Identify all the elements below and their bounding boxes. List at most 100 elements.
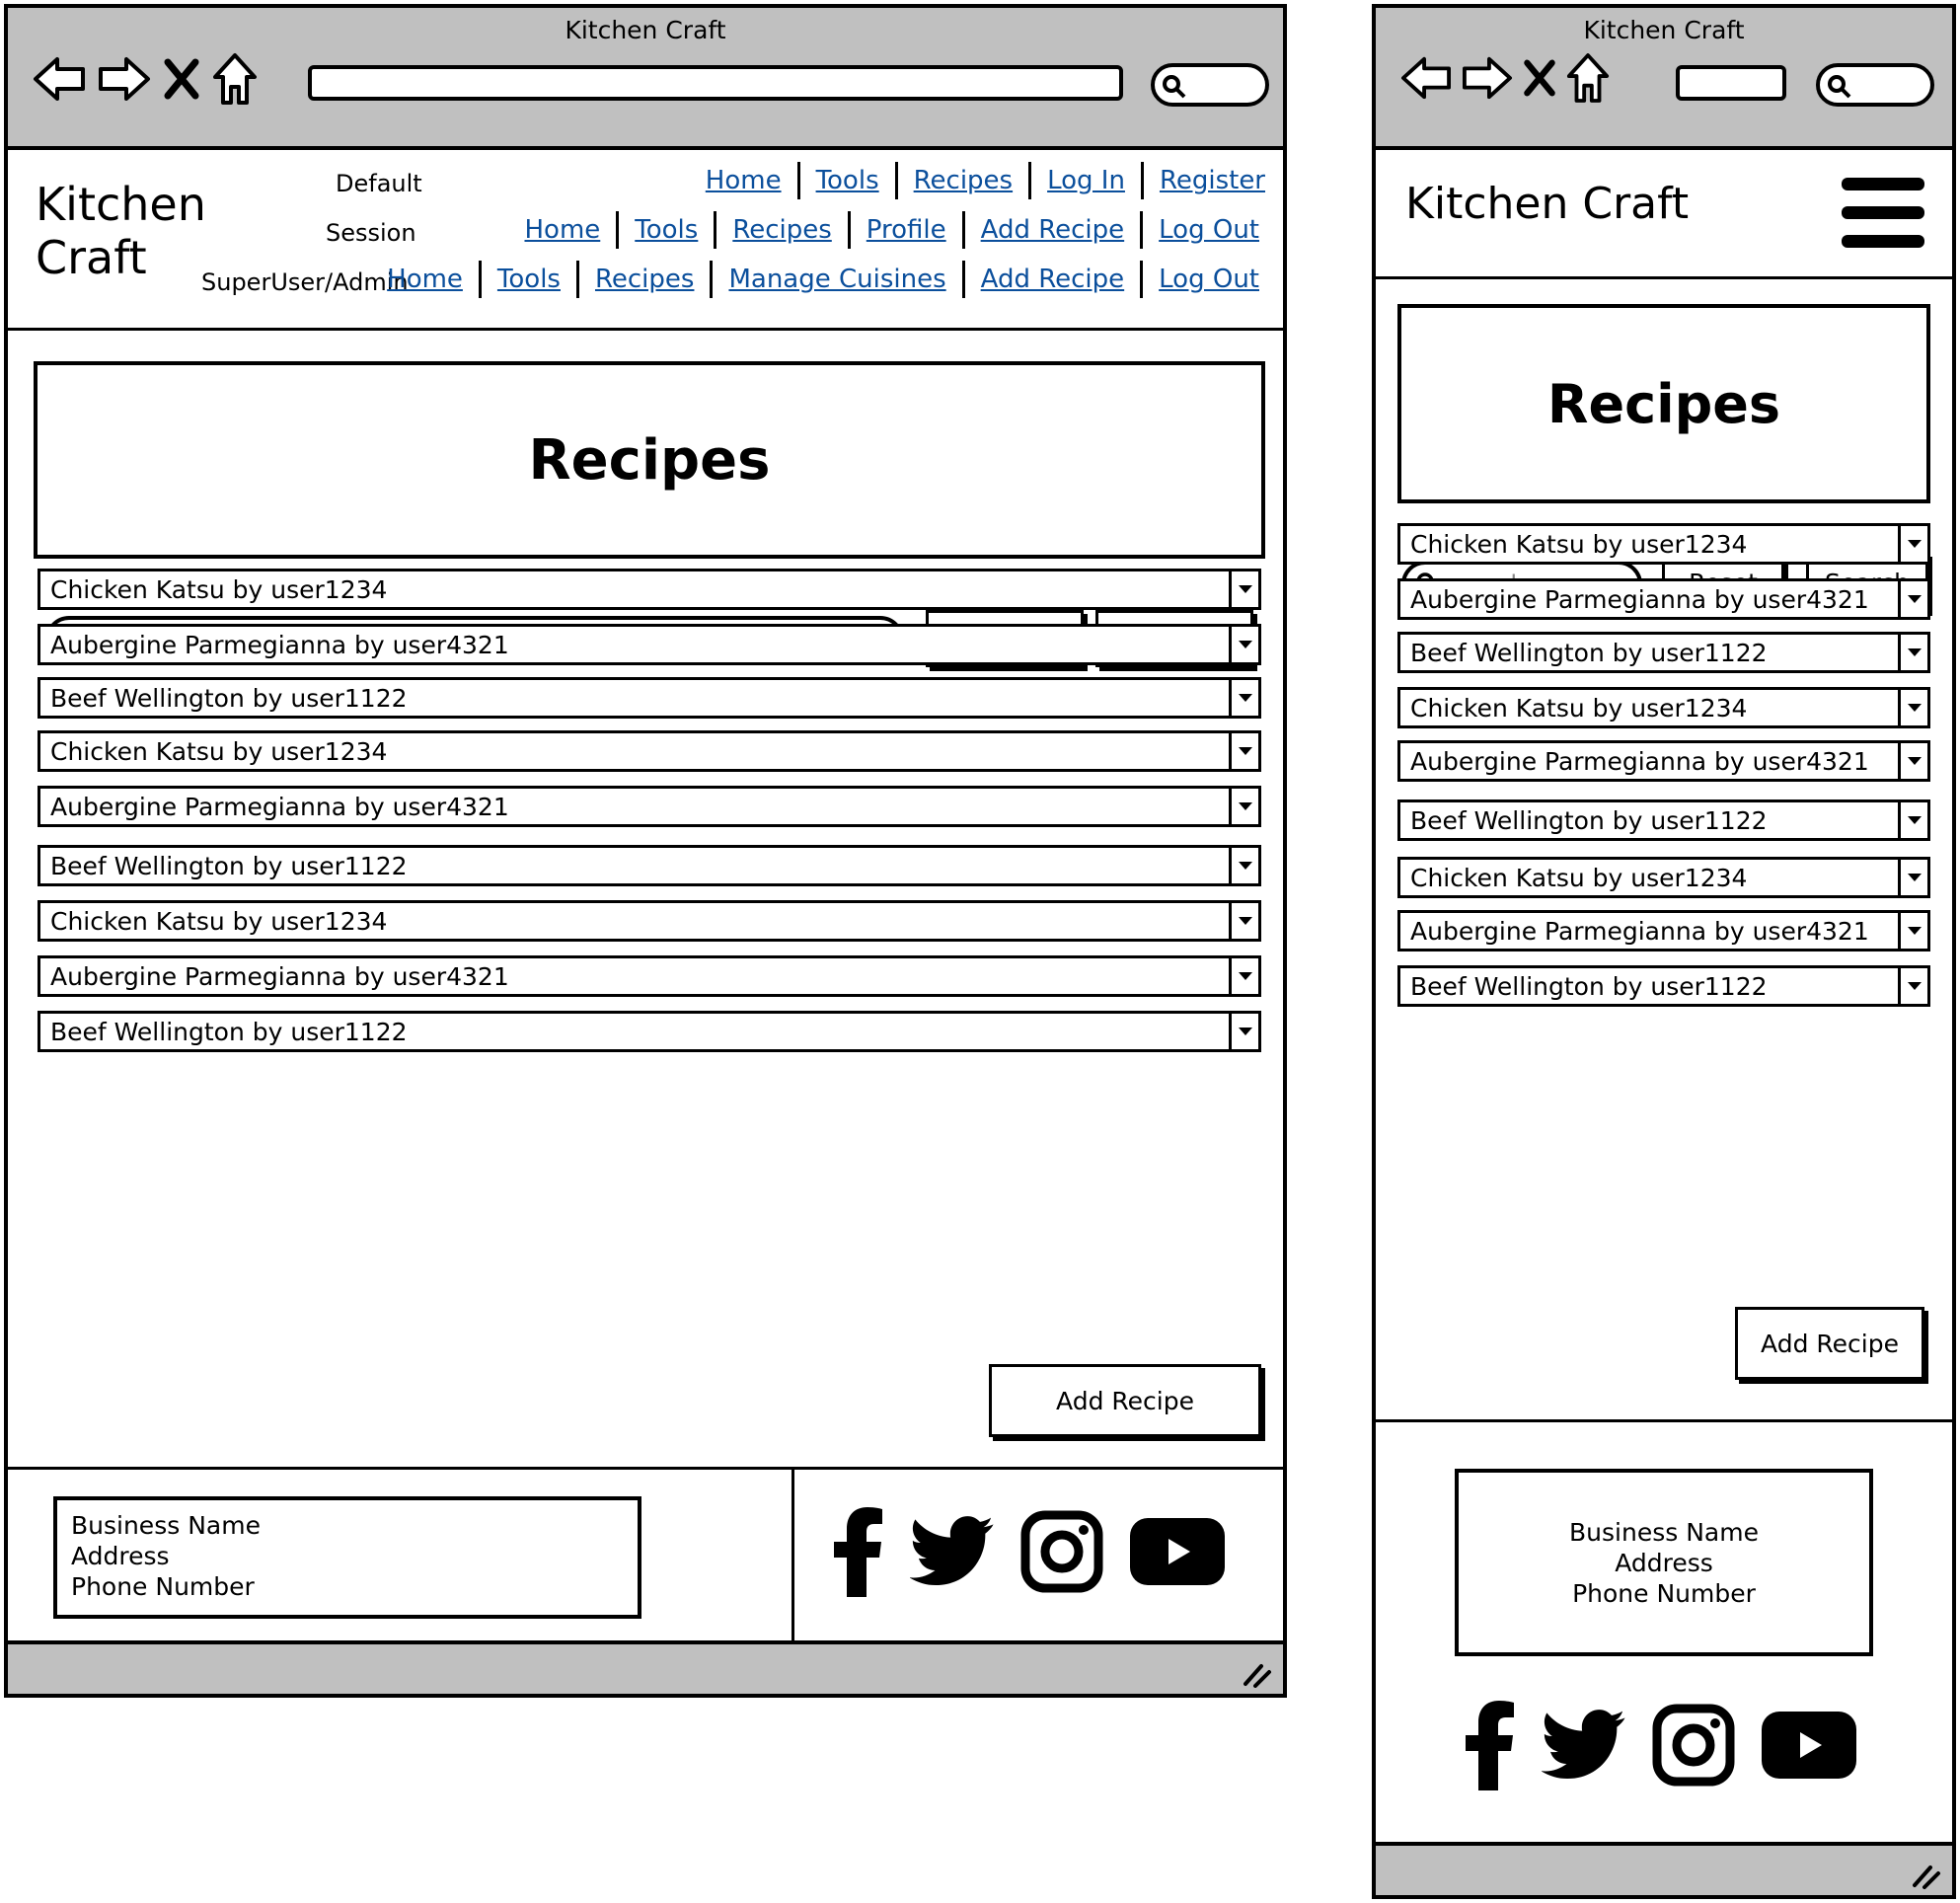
recipe-dropdown[interactable]: Chicken Katsu by user1234 — [38, 569, 1261, 610]
window-title: Kitchen Craft — [565, 16, 726, 44]
nav-default-link-log-in[interactable]: Log In — [1047, 166, 1125, 195]
chevron-down-icon[interactable] — [1229, 1014, 1258, 1049]
recipe-dropdown[interactable]: Chicken Katsu by user1234 — [38, 900, 1261, 942]
chevron-down-icon[interactable] — [1898, 526, 1927, 562]
mobile-recipe-dropdown[interactable]: Aubergine Parmegianna by user4321 — [1397, 740, 1930, 782]
nav-separator — [1028, 162, 1032, 199]
recipe-dropdown[interactable]: Aubergine Parmegianna by user4321 — [38, 786, 1261, 827]
back-arrow-icon[interactable] — [32, 53, 87, 105]
nav-session-link-log-out[interactable]: Log Out — [1159, 215, 1259, 245]
nav-default-link-register[interactable]: Register — [1160, 166, 1265, 195]
mobile-recipe-dropdown[interactable]: Chicken Katsu by user1234 — [1397, 857, 1930, 898]
chevron-down-icon[interactable] — [1229, 789, 1258, 824]
instagram-icon[interactable] — [1652, 1704, 1735, 1790]
nav-default-link-recipes[interactable]: Recipes — [914, 166, 1013, 195]
nav-separator — [1140, 261, 1144, 298]
twitter-icon[interactable] — [1541, 1710, 1626, 1785]
home-icon[interactable] — [1565, 51, 1611, 105]
nav-admin-link-recipes[interactable]: Recipes — [595, 265, 694, 294]
instagram-icon[interactable] — [1020, 1510, 1103, 1597]
chevron-down-icon[interactable] — [1229, 848, 1258, 883]
address-bar[interactable] — [308, 65, 1123, 101]
nav-separator — [710, 261, 714, 298]
forward-arrow-icon[interactable] — [97, 53, 152, 105]
mobile-recipe-dropdown[interactable]: Chicken Katsu by user1234 — [1397, 523, 1930, 565]
hamburger-menu-icon[interactable] — [1840, 176, 1926, 251]
nav-admin-link-manage-cuisines[interactable]: Manage Cuisines — [728, 265, 945, 294]
nav-admin-link-add-recipe[interactable]: Add Recipe — [981, 265, 1125, 294]
recipe-dropdown[interactable]: Chicken Katsu by user1234 — [38, 730, 1261, 772]
nav-default-link-home[interactable]: Home — [706, 166, 782, 195]
site-brand[interactable]: Kitchen Craft — [36, 178, 206, 284]
mobile-recipe-dropdown[interactable]: Beef Wellington by user1122 — [1397, 632, 1930, 673]
recipe-dropdown-label: Beef Wellington by user1122 — [1410, 805, 1768, 835]
nav-session-link-tools[interactable]: Tools — [635, 215, 698, 245]
mobile-recipe-dropdown[interactable]: Beef Wellington by user1122 — [1397, 965, 1930, 1007]
chevron-down-icon[interactable] — [1898, 635, 1927, 670]
youtube-icon[interactable] — [1761, 1711, 1857, 1784]
chevron-down-icon[interactable] — [1898, 743, 1927, 779]
browser-search-box[interactable] — [1151, 63, 1269, 107]
nav-label-admin: SuperUser/Admin — [201, 268, 409, 296]
recipe-dropdown-label: Chicken Katsu by user1234 — [1410, 693, 1748, 723]
chevron-down-icon[interactable] — [1898, 581, 1927, 617]
twitter-icon[interactable] — [909, 1516, 995, 1591]
nav-separator — [575, 261, 579, 298]
recipe-dropdown[interactable]: Aubergine Parmegianna by user4321 — [38, 955, 1261, 997]
nav-admin-link-log-out[interactable]: Log Out — [1159, 265, 1259, 294]
chevron-down-icon[interactable] — [1229, 958, 1258, 994]
desktop-browser-window: Kitchen Craft Kitchen Craft Default Sess… — [4, 4, 1287, 1698]
chevron-down-icon[interactable] — [1229, 627, 1258, 662]
chevron-down-icon[interactable] — [1229, 733, 1258, 769]
mobile-recipe-dropdown[interactable]: Chicken Katsu by user1234 — [1397, 687, 1930, 728]
nav-default-link-tools[interactable]: Tools — [816, 166, 879, 195]
facebook-icon[interactable] — [1465, 1700, 1516, 1794]
recipe-dropdown-label: Chicken Katsu by user1234 — [50, 906, 388, 936]
nav-session-link-recipes[interactable]: Recipes — [732, 215, 831, 245]
recipe-dropdown[interactable]: Aubergine Parmegianna by user4321 — [38, 624, 1261, 665]
mobile-recipe-dropdown[interactable]: Beef Wellington by user1122 — [1397, 799, 1930, 841]
nav-admin-link-home[interactable]: Home — [387, 265, 463, 294]
mobile-site-brand[interactable]: Kitchen Craft — [1405, 178, 1689, 231]
recipe-dropdown-label: Beef Wellington by user1122 — [1410, 638, 1768, 667]
business-phone: Phone Number — [1572, 1578, 1756, 1608]
chevron-down-icon[interactable] — [1898, 968, 1927, 1004]
recipe-dropdown-label: Beef Wellington by user1122 — [50, 1017, 408, 1046]
nav-separator — [714, 211, 717, 249]
back-arrow-icon[interactable] — [1399, 53, 1453, 103]
chevron-down-icon[interactable] — [1229, 571, 1258, 607]
nav-admin-link-tools[interactable]: Tools — [497, 265, 561, 294]
home-icon[interactable] — [211, 51, 259, 107]
facebook-icon[interactable] — [833, 1506, 884, 1601]
nav-separator — [1140, 162, 1144, 199]
mobile-add-recipe-button[interactable]: Add Recipe — [1735, 1307, 1924, 1380]
chevron-down-icon[interactable] — [1898, 860, 1927, 895]
chevron-down-icon[interactable] — [1898, 690, 1927, 725]
resize-grip-icon[interactable] — [1240, 1658, 1273, 1688]
mobile-window-title: Kitchen Craft — [1583, 16, 1745, 44]
search-icon — [1828, 75, 1851, 99]
recipe-dropdown[interactable]: Beef Wellington by user1122 — [38, 677, 1261, 719]
recipe-dropdown[interactable]: Beef Wellington by user1122 — [38, 845, 1261, 886]
recipe-dropdown[interactable]: Beef Wellington by user1122 — [38, 1011, 1261, 1052]
chevron-down-icon[interactable] — [1898, 913, 1927, 949]
mobile-recipe-dropdown[interactable]: Aubergine Parmegianna by user4321 — [1397, 910, 1930, 952]
chevron-down-icon[interactable] — [1229, 680, 1258, 716]
add-recipe-button[interactable]: Add Recipe — [989, 1364, 1261, 1437]
nav-session-link-add-recipe[interactable]: Add Recipe — [981, 215, 1125, 245]
stop-x-icon[interactable] — [1522, 56, 1557, 100]
chevron-down-icon[interactable] — [1229, 903, 1258, 939]
mobile-browser-search-box[interactable] — [1816, 63, 1934, 107]
resize-grip-icon[interactable] — [1909, 1860, 1942, 1889]
recipe-dropdown-label: Aubergine Parmegianna by user4321 — [50, 630, 509, 659]
mobile-recipe-dropdown[interactable]: Aubergine Parmegianna by user4321 — [1397, 578, 1930, 620]
forward-arrow-icon[interactable] — [1461, 53, 1514, 103]
youtube-icon[interactable] — [1129, 1517, 1226, 1590]
chevron-down-icon[interactable] — [1898, 802, 1927, 838]
stop-x-icon[interactable] — [162, 56, 201, 102]
mobile-site-header: Kitchen Craft — [1376, 150, 1952, 279]
recipe-dropdown-label: Aubergine Parmegianna by user4321 — [50, 961, 509, 991]
nav-session-link-home[interactable]: Home — [524, 215, 600, 245]
mobile-address-bar[interactable] — [1676, 65, 1786, 101]
nav-session-link-profile[interactable]: Profile — [867, 215, 946, 245]
